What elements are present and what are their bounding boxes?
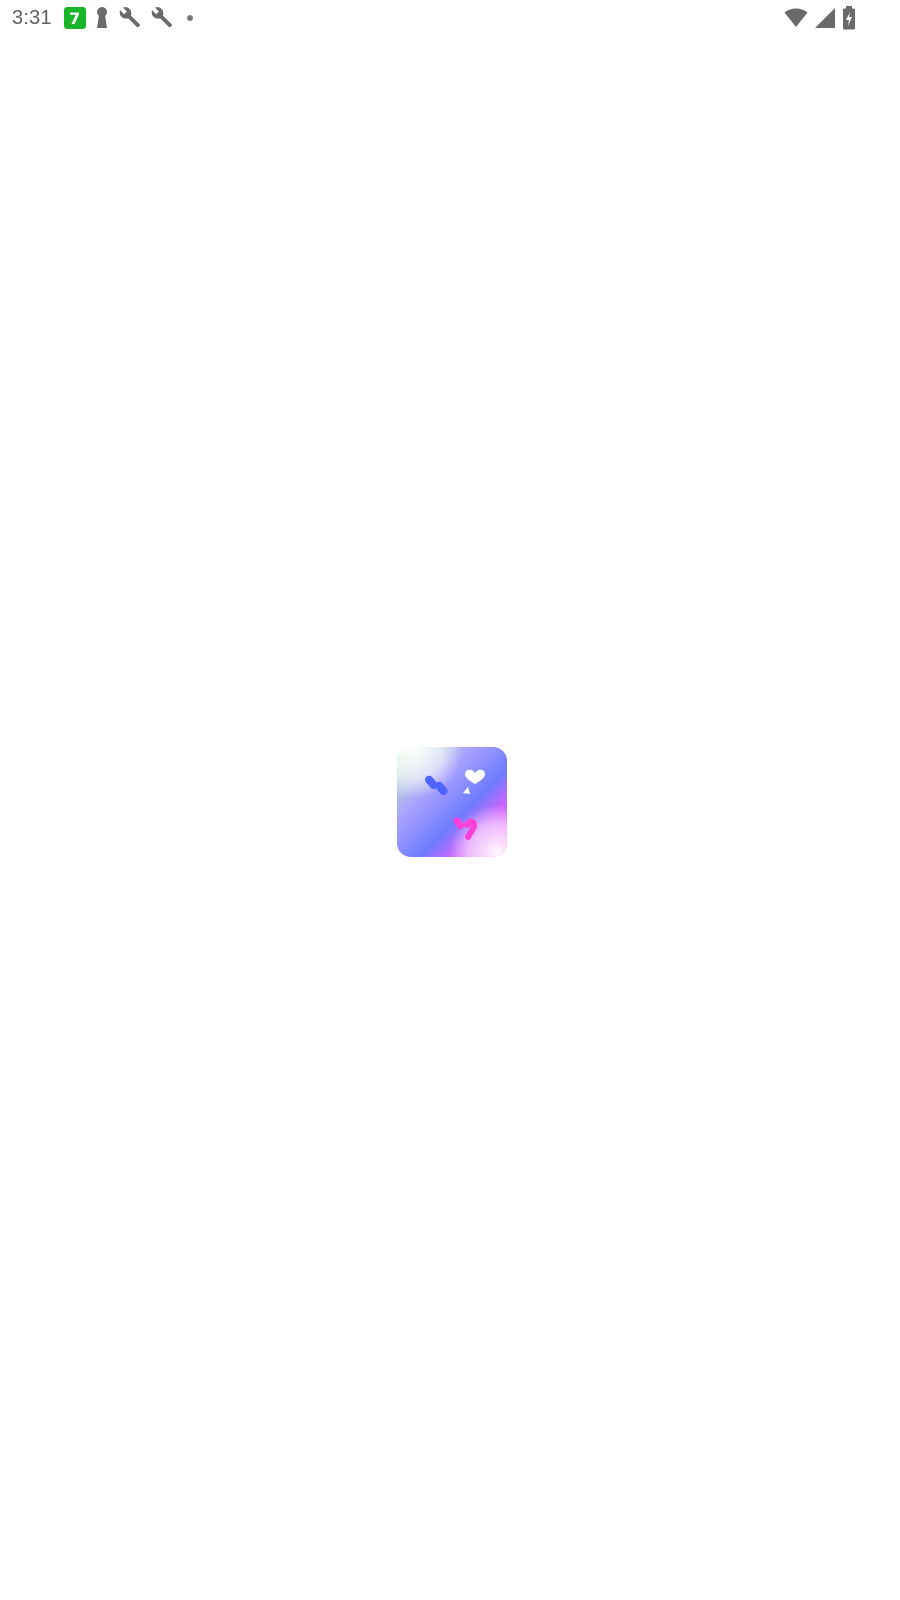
keyhole-icon bbox=[94, 6, 110, 30]
cellular-signal-icon bbox=[814, 7, 836, 29]
status-time: 3:31 bbox=[12, 6, 52, 29]
battery-charging-icon bbox=[842, 6, 856, 30]
wrench-icon bbox=[150, 6, 174, 30]
app-7-badge-text: 7 bbox=[69, 8, 81, 28]
status-bar-left: 3:31 7 bbox=[12, 4, 198, 32]
wifi-icon bbox=[784, 7, 808, 29]
splash-screen: 3:31 7 bbox=[0, 0, 900, 1600]
app-logo-icon bbox=[397, 747, 507, 857]
app-7-icon: 7 bbox=[63, 7, 86, 29]
wrench-icon bbox=[118, 6, 142, 30]
status-bar-right bbox=[784, 6, 856, 30]
dot-icon bbox=[182, 6, 198, 30]
status-bar: 3:31 7 bbox=[0, 0, 900, 36]
